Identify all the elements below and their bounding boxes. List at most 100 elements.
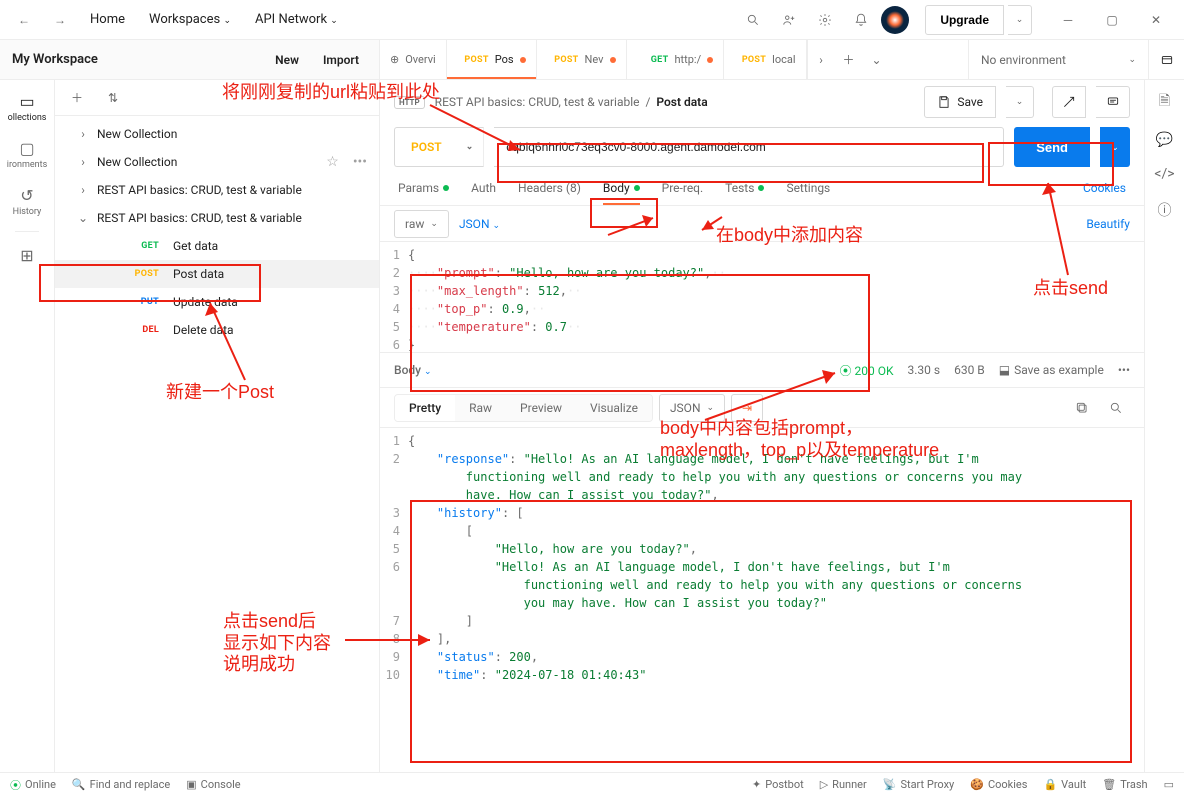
rail-configure[interactable]: ⊞ xyxy=(5,240,49,271)
collection-rest-2[interactable]: ⌄REST API basics: CRUD, test & variable xyxy=(55,204,379,232)
start-proxy[interactable]: 📡 Start Proxy xyxy=(883,778,955,791)
create-icon[interactable]: ＋ xyxy=(63,84,91,112)
send-dropdown[interactable]: ⌄ xyxy=(1100,127,1130,167)
response-time: 3.30 s xyxy=(908,363,941,377)
find-replace[interactable]: 🔍 Find and replace xyxy=(72,778,170,791)
sidebar: ＋ ⇅ ›New Collection ›New Collection☆••• … xyxy=(55,80,380,776)
response-body[interactable]: 1{ 2 "response": "Hello! As an AI langua… xyxy=(380,428,1144,776)
panels-icon[interactable]: ▭ xyxy=(1164,778,1174,791)
cookies-footer[interactable]: 🍪 Cookies xyxy=(970,778,1027,791)
breadcrumb[interactable]: REST API basics: CRUD, test & variable /… xyxy=(435,95,708,109)
request-body-editor[interactable]: 1{ 2····"prompt": "Hello, how are you to… xyxy=(380,242,1144,352)
comments-icon[interactable]: 💬 xyxy=(1156,132,1173,148)
url-row: POST⌄ Send ⌄ xyxy=(380,124,1144,170)
window-minimize[interactable]: ─ xyxy=(1048,4,1088,36)
tab-menu[interactable]: ⌄ xyxy=(863,40,891,79)
wrap-lines-icon[interactable]: ⇥ xyxy=(731,394,763,422)
tab-headers[interactable]: Headers (8) xyxy=(518,170,581,205)
collection-new-1[interactable]: ›New Collection xyxy=(55,120,379,148)
rail-history[interactable]: ↺History xyxy=(5,180,49,223)
comments-icon[interactable] xyxy=(1096,86,1130,118)
resp-tab-pretty[interactable]: Pretty xyxy=(395,395,455,421)
runner[interactable]: ▷ Runner xyxy=(820,778,867,791)
more-icon[interactable]: ••• xyxy=(349,154,371,170)
response-more[interactable]: ••• xyxy=(1118,363,1130,377)
editor: HTTP REST API basics: CRUD, test & varia… xyxy=(380,80,1144,776)
resp-tab-raw[interactable]: Raw xyxy=(455,395,506,421)
method-selector[interactable]: POST⌄ xyxy=(394,127,484,167)
tab-settings[interactable]: Settings xyxy=(786,170,830,205)
tab-post-data[interactable]: POST Pos xyxy=(447,40,537,79)
tab-prereq[interactable]: Pre-req. xyxy=(662,170,704,205)
postbot[interactable]: ✦ Postbot xyxy=(752,778,804,791)
cookies-link[interactable]: Cookies xyxy=(1083,181,1126,195)
resp-format-json[interactable]: JSON⌄ xyxy=(659,394,725,422)
avatar[interactable] xyxy=(881,6,909,34)
settings-icon[interactable] xyxy=(809,4,841,36)
response-size: 630 B xyxy=(954,363,985,377)
console[interactable]: ▣ Console xyxy=(186,778,240,791)
send-button[interactable]: Send xyxy=(1014,127,1090,167)
search-icon[interactable] xyxy=(737,4,769,36)
request-get-data[interactable]: GETGet data xyxy=(55,232,379,260)
share-icon[interactable] xyxy=(1052,86,1086,118)
star-icon[interactable]: ☆ xyxy=(322,154,343,170)
tab-new[interactable]: POST Nev xyxy=(537,40,627,79)
tab-scroll-right[interactable]: › xyxy=(807,40,835,79)
upgrade-dropdown[interactable]: ⌄ xyxy=(1008,5,1032,35)
window-maximize[interactable]: ▢ xyxy=(1092,4,1132,36)
nav-workspaces[interactable]: Workspaces ⌄ xyxy=(139,6,241,33)
status-online[interactable]: ⦿Online xyxy=(10,777,56,793)
collection-new-2[interactable]: ›New Collection☆••• xyxy=(55,148,379,176)
new-button[interactable]: New xyxy=(267,49,307,71)
request-post-data[interactable]: POSTPost data xyxy=(55,260,379,288)
docs-icon[interactable]: 🗎 xyxy=(1159,90,1170,114)
tab-auth[interactable]: Auth xyxy=(471,170,496,205)
invite-icon[interactable] xyxy=(773,4,805,36)
collection-rest-1[interactable]: ›REST API basics: CRUD, test & variable xyxy=(55,176,379,204)
copy-response-icon[interactable] xyxy=(1068,394,1096,422)
notifications-icon[interactable] xyxy=(845,4,877,36)
upgrade-button[interactable]: Upgrade xyxy=(925,5,1004,35)
tab-local[interactable]: POST local xyxy=(724,40,806,79)
tab-overview[interactable]: ⊕ Overvi xyxy=(380,40,447,79)
rail-environments[interactable]: ▢ironments xyxy=(5,133,49,176)
window-close[interactable]: ✕ xyxy=(1136,4,1176,36)
rail-collections[interactable]: ▭ollections xyxy=(5,86,49,129)
top-bar: ← → Home Workspaces ⌄ API Network ⌄ Upgr… xyxy=(0,0,1184,40)
workspace-name[interactable]: My Workspace xyxy=(12,52,259,67)
tab-body[interactable]: Body xyxy=(603,170,640,205)
request-put-data[interactable]: PUTUpdate data xyxy=(55,288,379,316)
tab-http[interactable]: GET http:/ xyxy=(627,40,725,79)
trash[interactable]: 🗑 Trash xyxy=(1102,778,1147,791)
tab-params[interactable]: Params xyxy=(398,170,449,205)
request-delete-data[interactable]: DELDelete data xyxy=(55,316,379,344)
vault[interactable]: 🔒 Vault xyxy=(1043,778,1086,791)
import-button[interactable]: Import xyxy=(315,49,367,71)
url-input[interactable] xyxy=(494,127,1004,167)
environment-selector[interactable]: No environment⌄ xyxy=(968,40,1148,79)
info-icon[interactable]: ⓘ xyxy=(1158,200,1172,220)
workspace-bar: My Workspace New Import xyxy=(0,40,380,80)
breadcrumb-row: HTTP REST API basics: CRUD, test & varia… xyxy=(380,80,1144,124)
search-response-icon[interactable] xyxy=(1102,394,1130,422)
save-button[interactable]: Save xyxy=(924,86,996,118)
resp-tab-visualize[interactable]: Visualize xyxy=(576,395,652,421)
tab-new-button[interactable]: ＋ xyxy=(835,40,863,79)
tab-tests[interactable]: Tests xyxy=(725,170,764,205)
body-format-json[interactable]: JSON ⌄ xyxy=(459,217,500,231)
tab-strip: ⊕ Overvi POST Pos POST Nev GET http:/ PO… xyxy=(380,40,1184,80)
back-button[interactable]: ← xyxy=(8,4,40,36)
response-section-label[interactable]: Body ⌄ xyxy=(394,363,432,377)
resp-tab-preview[interactable]: Preview xyxy=(506,395,576,421)
nav-api-network[interactable]: API Network ⌄ xyxy=(245,6,348,33)
save-as-example[interactable]: ⬓ Save as example xyxy=(999,363,1104,377)
body-type-raw[interactable]: raw⌄ xyxy=(394,210,449,238)
code-icon[interactable]: </> xyxy=(1154,166,1174,182)
environment-quicklook[interactable] xyxy=(1148,40,1184,79)
forward-button[interactable]: → xyxy=(44,4,76,36)
nav-home[interactable]: Home xyxy=(80,6,135,33)
save-dropdown[interactable]: ⌄ xyxy=(1006,86,1034,118)
filter-icon[interactable]: ⇅ xyxy=(99,84,127,112)
beautify-link[interactable]: Beautify xyxy=(1086,217,1130,231)
